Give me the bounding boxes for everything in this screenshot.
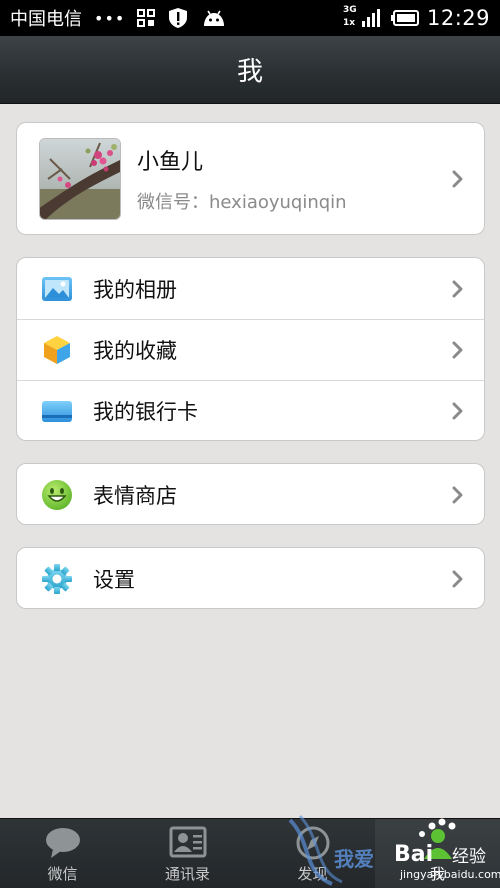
- menu-item-favorites[interactable]: 我的收藏: [17, 319, 484, 380]
- tab-chats[interactable]: 微信: [0, 819, 125, 888]
- notification-dots: •••: [94, 8, 126, 28]
- tab-contacts[interactable]: 通讯录: [125, 819, 250, 888]
- chevron-right-icon: [452, 280, 463, 297]
- chevron-right-icon: [452, 170, 463, 187]
- menu-item-album[interactable]: 我的相册: [17, 258, 484, 319]
- network-type-label: 3G: [342, 5, 357, 15]
- shield-alert-icon: [167, 7, 189, 29]
- status-bar: 中国电信 ••• 3G 1x 12:29: [0, 0, 500, 36]
- chevron-right-icon: [452, 341, 463, 359]
- tab-label: 微信: [47, 865, 78, 883]
- compass-icon: [296, 826, 329, 860]
- tab-label: 发现: [297, 865, 328, 883]
- tab-discover[interactable]: 发现: [250, 819, 375, 888]
- carrier-label: 中国电信: [10, 9, 82, 30]
- profile-card[interactable]: 小鱼儿 微信号：hexiaoyuqinqin: [16, 122, 485, 235]
- signal-icon: 3G 1x: [343, 5, 383, 31]
- title-bar: 我: [0, 36, 500, 104]
- tab-me[interactable]: 我: [375, 819, 500, 888]
- menu-item-settings[interactable]: 设置: [17, 548, 484, 608]
- emoji-smile-icon: [41, 479, 73, 511]
- battery-icon: [390, 10, 419, 26]
- profile-nickname: 小鱼儿: [137, 149, 204, 175]
- menu-group-personal: 我的相册 我的收藏 我的银行卡: [16, 257, 485, 441]
- person-icon: [423, 829, 452, 859]
- menu-item-bank-card[interactable]: 我的银行卡: [17, 380, 484, 440]
- bottom-tab-bar: 微信 通讯录 发现 我: [0, 818, 500, 888]
- menu-group-settings: 设置: [16, 547, 485, 609]
- qr-grid-icon: [137, 9, 156, 27]
- tab-label: 通讯录: [164, 865, 210, 883]
- chevron-right-icon: [452, 570, 463, 587]
- menu-item-emoji-store[interactable]: 表情商店: [17, 464, 484, 524]
- chevron-right-icon: [452, 402, 463, 420]
- photo-album-icon: [41, 273, 73, 305]
- page-title: 我: [236, 57, 263, 87]
- menu-group-emoji: 表情商店: [16, 463, 485, 525]
- clock: 12:29: [426, 6, 490, 30]
- favorites-cube-icon: [41, 334, 73, 366]
- bank-card-icon: [41, 395, 73, 427]
- tab-label: 我: [429, 865, 445, 883]
- menu-item-label: 我的相册: [93, 277, 177, 302]
- menu-item-label: 我的收藏: [93, 339, 177, 363]
- avatar: [39, 137, 121, 220]
- contact-card-icon: [169, 826, 206, 858]
- menu-item-label: 表情商店: [93, 483, 177, 508]
- gear-icon: [41, 563, 73, 595]
- menu-item-label: 我的银行卡: [93, 400, 198, 424]
- chevron-right-icon: [452, 486, 463, 503]
- android-icon: [201, 8, 227, 28]
- chat-bubble-icon: [45, 828, 80, 858]
- network-sub-label: 1x: [342, 18, 356, 28]
- menu-item-label: 设置: [93, 567, 135, 592]
- profile-wechat-id: 微信号：hexiaoyuqinqin: [137, 191, 347, 213]
